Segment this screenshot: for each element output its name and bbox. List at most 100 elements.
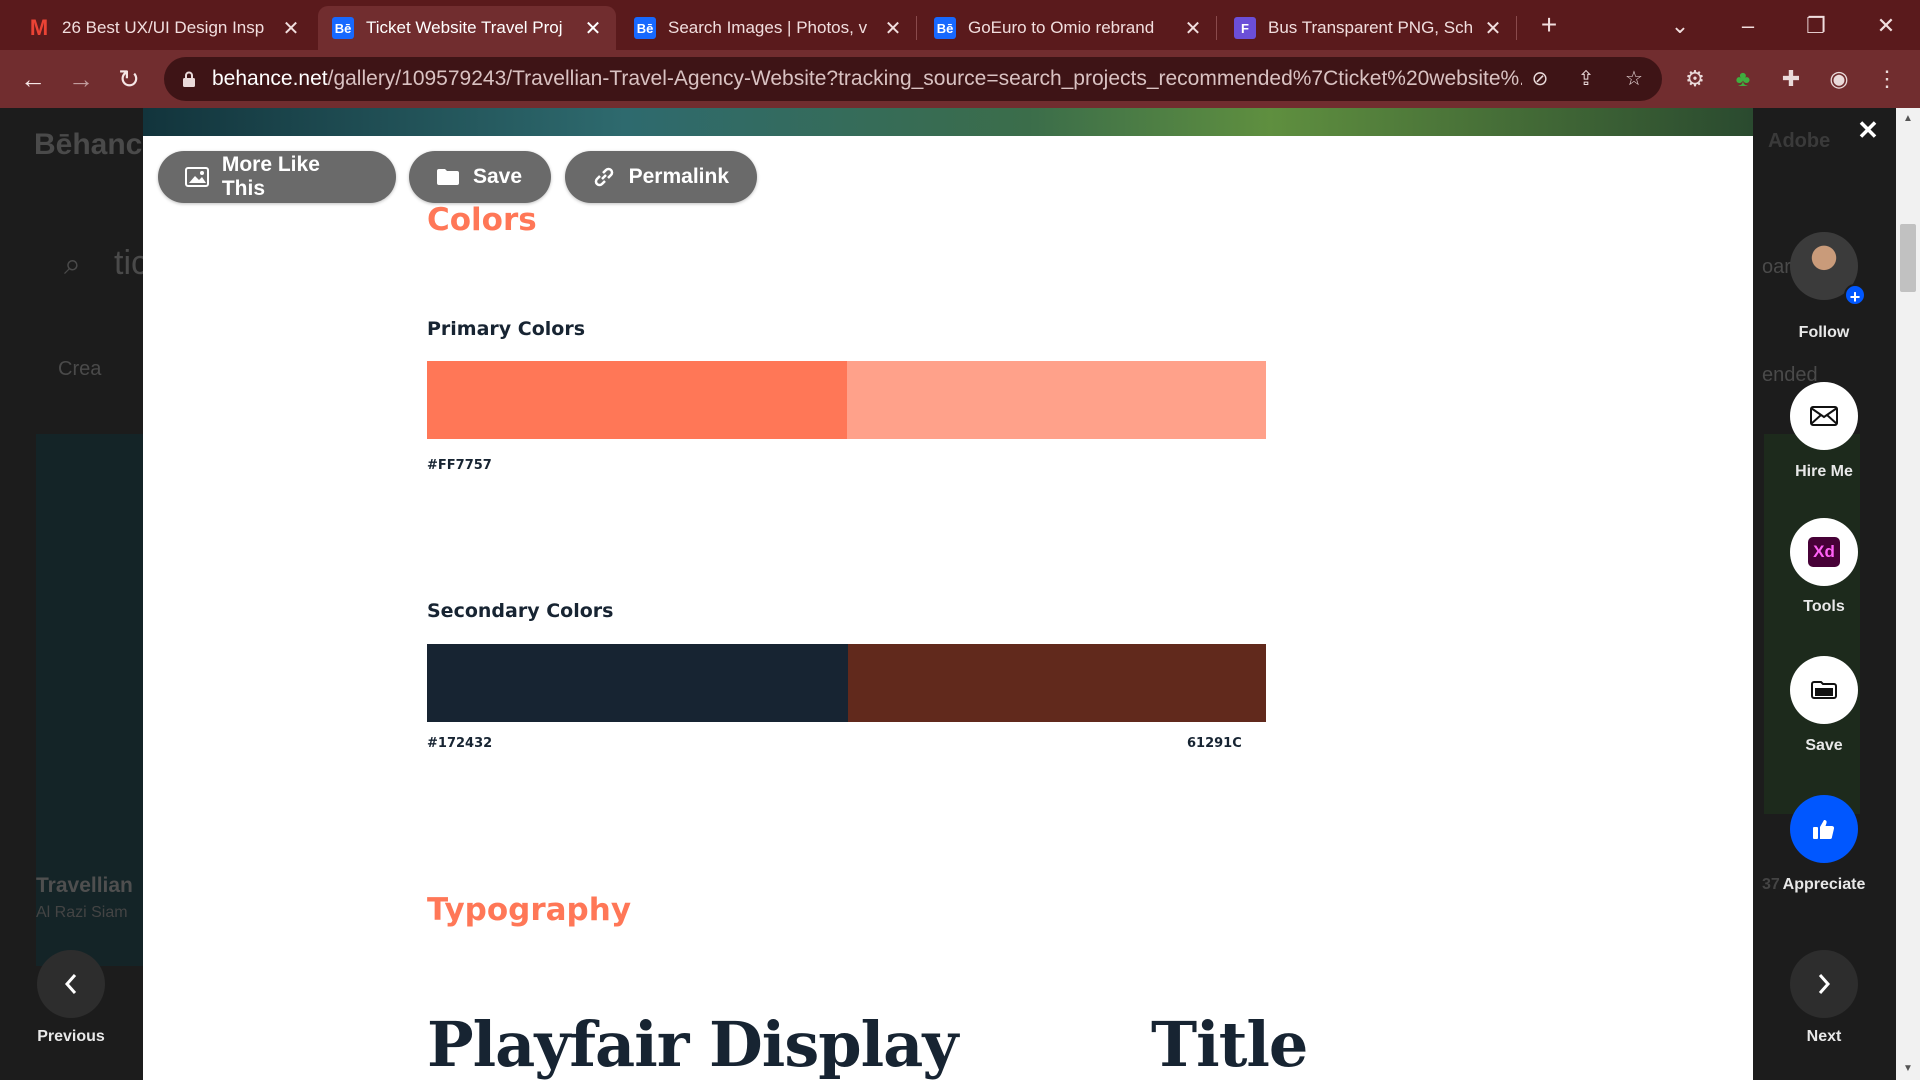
new-tab-button[interactable]: + bbox=[1534, 10, 1564, 40]
behance-icon: Bē bbox=[332, 17, 354, 39]
secondary-swatch-1 bbox=[427, 644, 848, 722]
create-link: Crea bbox=[58, 358, 102, 380]
project-thumbnail bbox=[1764, 434, 1860, 814]
menu-dots-icon[interactable]: ⋮ bbox=[1872, 64, 1902, 94]
browser-tab[interactable]: M 26 Best UX/UI Design Insp ✕ bbox=[14, 6, 314, 50]
freepng-icon: F bbox=[1234, 17, 1256, 39]
url-text: behance.net/gallery/109579243/Travellian… bbox=[212, 57, 1522, 101]
mail-icon bbox=[1810, 406, 1838, 426]
background-text: ended bbox=[1762, 364, 1818, 386]
follow-label[interactable]: Follow bbox=[1764, 324, 1884, 342]
folder-icon bbox=[435, 166, 461, 188]
tab-title: GoEuro to Omio rebrand bbox=[968, 18, 1155, 37]
primary-swatch-2 bbox=[847, 361, 1266, 439]
secondary-colors-heading: Secondary Colors bbox=[427, 600, 614, 622]
tab-title: Ticket Website Travel Proj bbox=[366, 18, 563, 37]
project-title: Travellian bbox=[36, 874, 133, 897]
chevron-right-icon bbox=[1818, 974, 1831, 994]
tab-separator bbox=[1216, 16, 1217, 40]
eye-off-icon[interactable]: ⊘ bbox=[1526, 65, 1554, 93]
adobe-logo: Adobe bbox=[1768, 130, 1831, 152]
url-host: behance.net bbox=[212, 67, 328, 90]
primary-swatch-1 bbox=[427, 361, 847, 439]
minimize-button[interactable]: – bbox=[1728, 6, 1768, 46]
scroll-up-arrow[interactable]: ▲ bbox=[1900, 112, 1916, 126]
behance-icon: Bē bbox=[634, 17, 656, 39]
close-tab-icon[interactable]: ✕ bbox=[582, 16, 604, 41]
tab-separator bbox=[916, 16, 917, 40]
lock-icon bbox=[183, 71, 195, 87]
tab-separator bbox=[1516, 16, 1517, 40]
tools-label: Tools bbox=[1803, 598, 1845, 615]
close-window-button[interactable]: ✕ bbox=[1866, 6, 1906, 46]
project-modal: More Like This Save Permalink Colors Pri… bbox=[143, 108, 1753, 1080]
close-modal-icon[interactable]: ✕ bbox=[1856, 117, 1880, 143]
save-rail-button[interactable] bbox=[1790, 656, 1858, 724]
save-rail-label: Save bbox=[1805, 737, 1843, 754]
browser-tab-active[interactable]: Bē Ticket Website Travel Proj ✕ bbox=[318, 6, 616, 50]
hire-me-label: Hire Me bbox=[1795, 463, 1853, 480]
primary-colors-heading: Primary Colors bbox=[427, 318, 586, 340]
address-bar[interactable]: behance.net/gallery/109579243/Travellian… bbox=[164, 57, 1662, 101]
url-path: /gallery/109579243/Travellian-Travel-Age… bbox=[327, 67, 1522, 90]
tab-search-icon[interactable]: ⌄ bbox=[1660, 6, 1700, 46]
close-tab-icon[interactable]: ✕ bbox=[1182, 16, 1204, 41]
profile-avatar-icon[interactable]: ◉ bbox=[1824, 64, 1854, 94]
reload-button[interactable]: ↻ bbox=[110, 60, 148, 98]
behance-logo: Bēhance bbox=[34, 128, 160, 161]
secondary-swatch-2 bbox=[848, 644, 1266, 722]
scrollbar-thumb[interactable] bbox=[1900, 224, 1916, 292]
appreciate-label: Appreciate bbox=[1782, 876, 1866, 893]
extensions-puzzle-icon[interactable]: ✚ bbox=[1776, 64, 1806, 94]
image-icon bbox=[184, 166, 210, 188]
close-tab-icon[interactable]: ✕ bbox=[280, 16, 302, 41]
background-text: oar bbox=[1762, 256, 1791, 278]
tab-title: 26 Best UX/UI Design Insp bbox=[62, 18, 265, 37]
browser-tab[interactable]: Bē Search Images | Photos, v ✕ bbox=[620, 6, 916, 50]
more-like-this-button[interactable]: More Like This bbox=[158, 151, 396, 203]
extension-gear-icon[interactable]: ⚙ bbox=[1680, 64, 1710, 94]
browser-tab[interactable]: F Bus Transparent PNG, Sch ✕ bbox=[1220, 6, 1516, 50]
forward-button[interactable]: → bbox=[62, 60, 100, 98]
typography-heading: Typography bbox=[427, 892, 632, 928]
project-author: Al Razi Siam bbox=[36, 904, 128, 921]
close-tab-icon[interactable]: ✕ bbox=[1482, 16, 1504, 41]
extension-tree-icon[interactable]: ♣ bbox=[1728, 64, 1758, 94]
cover-image-strip bbox=[143, 108, 1753, 136]
font-name-sample: Playfair Display bbox=[427, 1008, 958, 1080]
browser-toolbar: ← → ↻ behance.net/gallery/109579243/Trav… bbox=[0, 50, 1920, 108]
previous-button[interactable] bbox=[37, 950, 105, 1018]
adobe-xd-icon: Xd bbox=[1808, 537, 1840, 567]
search-icon: ⌕ bbox=[64, 248, 81, 281]
more-like-this-label: More Like This bbox=[221, 153, 320, 200]
plus-icon[interactable]: + bbox=[1844, 284, 1866, 307]
tools-button[interactable]: Xd bbox=[1790, 518, 1858, 586]
tab-title: Bus Transparent PNG, Sch bbox=[1268, 18, 1474, 37]
colors-heading: Colors bbox=[427, 202, 537, 238]
appreciate-button[interactable] bbox=[1790, 795, 1858, 863]
scroll-down-arrow[interactable]: ▼ bbox=[1900, 1062, 1916, 1076]
browser-tab[interactable]: Bē GoEuro to Omio rebrand ✕ bbox=[920, 6, 1216, 50]
secondary-hex-label: #172432 bbox=[427, 736, 493, 751]
font-usage-sample: Title bbox=[1151, 1008, 1308, 1080]
star-icon[interactable]: ☆ bbox=[1620, 65, 1648, 93]
save-label: Save bbox=[473, 165, 523, 188]
thumbs-up-icon bbox=[1813, 820, 1835, 839]
share-icon[interactable]: ⇪ bbox=[1572, 65, 1600, 93]
tab-title: Search Images | Photos, v bbox=[668, 18, 868, 37]
restore-button[interactable]: ❐ bbox=[1796, 6, 1836, 46]
save-button[interactable]: Save bbox=[409, 151, 551, 203]
previous-label[interactable]: Previous bbox=[21, 1028, 121, 1046]
primary-hex-label: #FF7757 bbox=[427, 458, 492, 473]
close-tab-icon[interactable]: ✕ bbox=[882, 16, 904, 41]
next-label[interactable]: Next bbox=[1774, 1028, 1874, 1046]
gmail-icon: M bbox=[29, 15, 49, 40]
next-button[interactable] bbox=[1790, 950, 1858, 1018]
permalink-button[interactable]: Permalink bbox=[565, 151, 757, 203]
back-button[interactable]: ← bbox=[14, 60, 52, 98]
permalink-label: Permalink bbox=[628, 165, 729, 188]
secondary-hex-label: 61291C bbox=[1187, 736, 1242, 751]
browser-tab-strip: M 26 Best UX/UI Design Insp ✕ Bē Ticket … bbox=[0, 0, 1920, 50]
link-icon bbox=[591, 166, 617, 188]
hire-me-button[interactable] bbox=[1790, 382, 1858, 450]
